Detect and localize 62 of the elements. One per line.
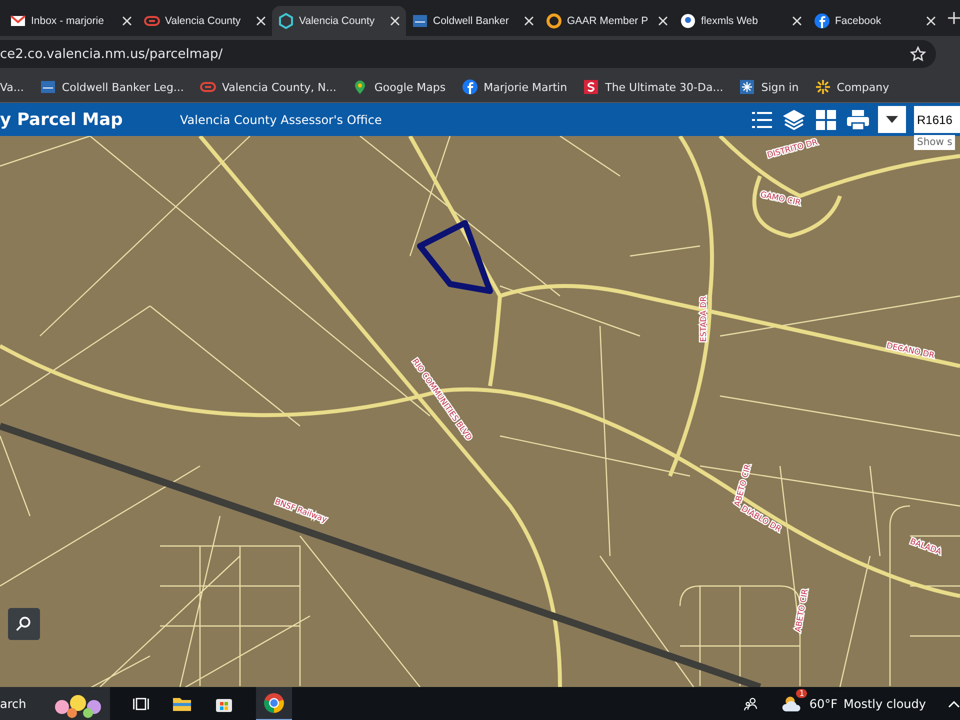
location-pin-icon [680, 13, 696, 29]
bookmark-star-icon[interactable] [910, 46, 926, 62]
close-icon[interactable] [524, 16, 534, 26]
browser-tab[interactable]: Valencia County [138, 6, 272, 36]
snowflake-icon [739, 79, 756, 95]
search-field[interactable]: R1616 [914, 106, 960, 133]
ring-logo-icon [144, 13, 160, 29]
browser-tab[interactable]: flexmls Web [674, 6, 808, 36]
bookmark-link[interactable]: Company [814, 79, 890, 95]
task-view-icon[interactable] [132, 695, 150, 713]
app-subtitle: Valencia County Assessor's Office [180, 112, 382, 126]
search-icon [15, 615, 33, 633]
square-logo-icon [412, 13, 428, 29]
weather-condition: Mostly cloudy [844, 697, 926, 711]
bookmark-link[interactable]: Valencia County, N... [200, 79, 336, 95]
square-logo-icon [40, 79, 56, 95]
bookmark-link[interactable]: Marjorie Martin [462, 79, 568, 95]
browser-tab[interactable]: Valencia County [272, 6, 406, 36]
browser-tab[interactable]: Inbox - marjorie [4, 6, 138, 36]
road-label: GAMO CIR [760, 190, 802, 208]
bookmark-link[interactable]: The Ultimate 30-Da... [583, 79, 724, 95]
letter-logo-icon [583, 79, 600, 95]
mail-icon [10, 13, 26, 29]
caret-icon [886, 116, 898, 124]
search-hint: Show s [914, 135, 956, 150]
bookmark-link[interactable]: Sign in [739, 79, 799, 95]
close-icon[interactable] [122, 16, 132, 26]
people-icon[interactable] [743, 696, 760, 712]
road-label: ABETO CIR [793, 588, 810, 633]
zoom-search-button[interactable] [8, 608, 40, 640]
grid-icon[interactable] [814, 108, 838, 132]
bookmark-link[interactable]: Google Maps [352, 79, 446, 95]
browser-tab[interactable]: Coldwell Banker [406, 6, 540, 36]
bookmark-link[interactable]: Coldwell Banker Leg... [40, 79, 184, 95]
close-icon[interactable] [256, 16, 266, 26]
taskbar-search-field[interactable]: arch [0, 687, 110, 720]
close-icon[interactable] [792, 16, 802, 26]
temperature-text: 60°F [809, 697, 838, 711]
address-field[interactable]: ce2.co.valencia.nm.us/parcelmap/ [0, 40, 936, 68]
browser-tab[interactable]: GAAR Member P [540, 6, 674, 36]
hexagon-icon [278, 13, 294, 29]
layers-icon[interactable] [782, 108, 806, 132]
road-label: ESTADA DR [699, 296, 708, 342]
close-icon[interactable] [390, 16, 400, 26]
browser-tab[interactable]: Facebook [808, 6, 942, 36]
ring-icon [546, 13, 562, 29]
app-title: y Parcel Map [0, 110, 124, 130]
chevron-up-icon[interactable] [948, 700, 960, 708]
browser-icon [263, 692, 285, 714]
close-icon[interactable] [926, 16, 936, 26]
print-icon[interactable] [846, 108, 870, 132]
notification-badge: 1 [796, 689, 808, 698]
spark-icon [814, 79, 831, 95]
bookmark-link[interactable]: Va... [0, 80, 24, 94]
facebook-icon [462, 79, 478, 95]
road-label: DECANO DR [886, 341, 936, 360]
browser-taskbar-button[interactable] [256, 687, 292, 720]
facebook-icon [814, 13, 830, 29]
new-tab-icon[interactable] [948, 12, 960, 24]
dropdown-button[interactable] [878, 106, 906, 133]
ring-logo-icon [200, 79, 216, 95]
close-icon[interactable] [658, 16, 668, 26]
